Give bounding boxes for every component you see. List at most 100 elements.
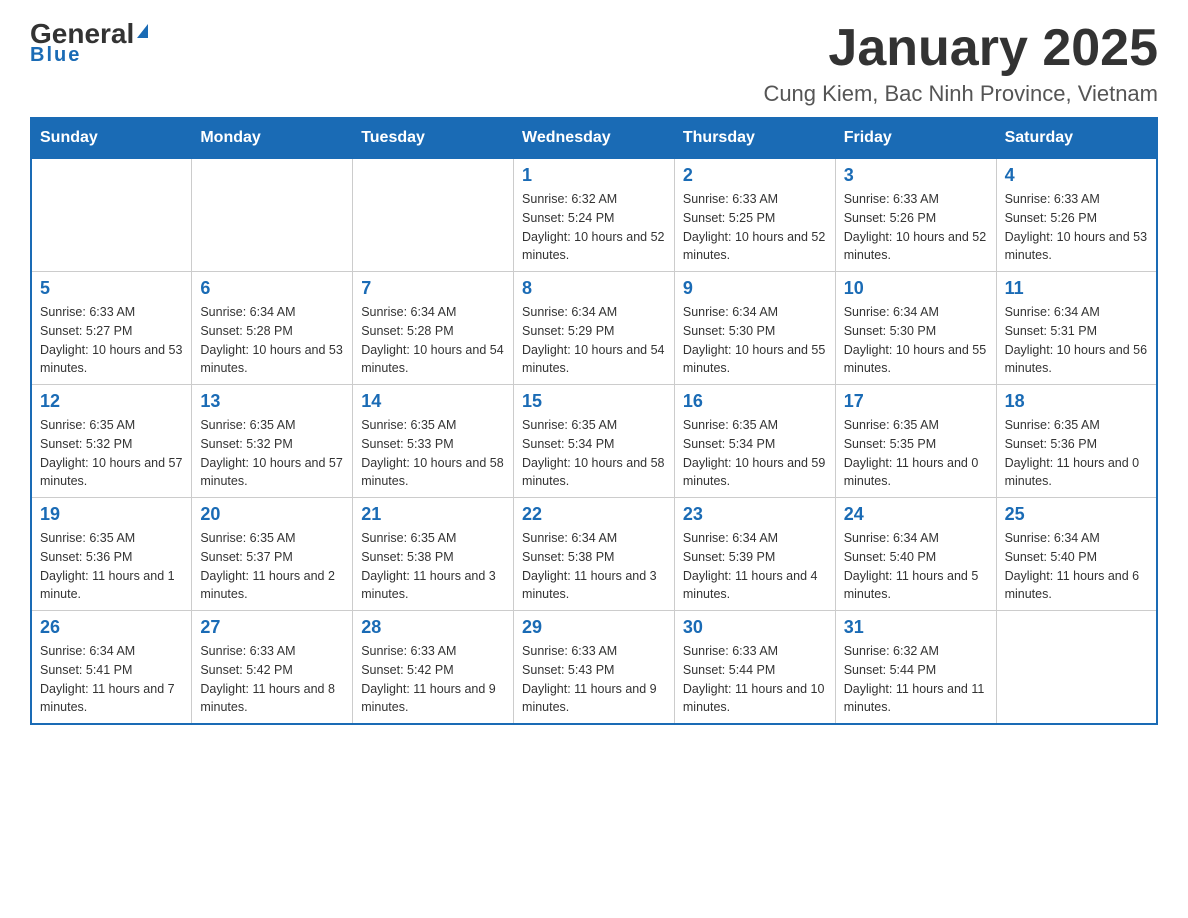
day-info: Sunrise: 6:34 AM Sunset: 5:28 PM Dayligh…: [200, 303, 344, 378]
logo: General Blue: [30, 20, 148, 67]
calendar-day-header: Sunday: [31, 118, 192, 158]
day-info: Sunrise: 6:34 AM Sunset: 5:39 PM Dayligh…: [683, 529, 827, 604]
day-number: 27: [200, 617, 344, 638]
calendar-day-cell: 16Sunrise: 6:35 AM Sunset: 5:34 PM Dayli…: [674, 385, 835, 498]
calendar-day-header: Saturday: [996, 118, 1157, 158]
calendar-day-cell: 21 Sunrise: 6:35 AM Sunset: 5:38 PM Dayli…: [353, 498, 514, 611]
day-number: 10: [844, 278, 988, 299]
day-info: Sunrise: 6:35 AM Sunset: 5:32 PM Dayligh…: [40, 416, 183, 491]
day-number: 9: [683, 278, 827, 299]
main-title: January 2025: [763, 20, 1158, 77]
calendar-day-cell: 13Sunrise: 6:35 AM Sunset: 5:32 PM Dayli…: [192, 385, 353, 498]
subtitle: Cung Kiem, Bac Ninh Province, Vietnam: [763, 81, 1158, 107]
day-info: Sunrise: 6:33 AM Sunset: 5:26 PM Dayligh…: [1005, 190, 1148, 265]
day-info: Sunrise: 6:34 AM Sunset: 5:30 PM Dayligh…: [683, 303, 827, 378]
calendar-day-cell: 17 Sunrise: 6:35 AM Sunset: 5:35 PM Dayli…: [835, 385, 996, 498]
calendar-day-cell: 7 Sunrise: 6:34 AM Sunset: 5:28 PM Daylig…: [353, 272, 514, 385]
day-number: 14: [361, 391, 505, 412]
calendar-header-row: SundayMondayTuesdayWednesdayThursdayFrid…: [31, 118, 1157, 158]
calendar-day-cell: 15 Sunrise: 6:35 AM Sunset: 5:34 PM Dayli…: [514, 385, 675, 498]
day-number: 18: [1005, 391, 1148, 412]
calendar-day-cell: 22 Sunrise: 6:34 AM Sunset: 5:38 PM Dayli…: [514, 498, 675, 611]
calendar-day-cell: 31Sunrise: 6:32 AM Sunset: 5:44 PM Dayli…: [835, 611, 996, 725]
day-number: 21: [361, 504, 505, 525]
day-number: 15: [522, 391, 666, 412]
calendar-day-cell: 11 Sunrise: 6:34 AM Sunset: 5:31 PM Dayli…: [996, 272, 1157, 385]
day-info: Sunrise: 6:34 AM Sunset: 5:28 PM Dayligh…: [361, 303, 505, 378]
day-number: 20: [200, 504, 344, 525]
day-info: Sunrise: 6:35 AM Sunset: 5:34 PM Dayligh…: [683, 416, 827, 491]
day-number: 17: [844, 391, 988, 412]
calendar-day-header: Wednesday: [514, 118, 675, 158]
day-info: Sunrise: 6:35 AM Sunset: 5:36 PM Dayligh…: [1005, 416, 1148, 491]
day-info: Sunrise: 6:33 AM Sunset: 5:27 PM Dayligh…: [40, 303, 183, 378]
calendar-day-cell: 8Sunrise: 6:34 AM Sunset: 5:29 PM Daylig…: [514, 272, 675, 385]
day-info: Sunrise: 6:35 AM Sunset: 5:36 PM Dayligh…: [40, 529, 183, 604]
day-info: Sunrise: 6:33 AM Sunset: 5:26 PM Dayligh…: [844, 190, 988, 265]
day-number: 19: [40, 504, 183, 525]
calendar-day-cell: 4 Sunrise: 6:33 AM Sunset: 5:26 PM Daylig…: [996, 158, 1157, 272]
day-info: Sunrise: 6:34 AM Sunset: 5:40 PM Dayligh…: [1005, 529, 1148, 604]
day-number: 24: [844, 504, 988, 525]
day-info: Sunrise: 6:34 AM Sunset: 5:40 PM Dayligh…: [844, 529, 988, 604]
calendar-day-cell: [31, 158, 192, 272]
calendar-day-cell: 1 Sunrise: 6:32 AM Sunset: 5:24 PM Daylig…: [514, 158, 675, 272]
day-info: Sunrise: 6:35 AM Sunset: 5:33 PM Dayligh…: [361, 416, 505, 491]
day-info: Sunrise: 6:34 AM Sunset: 5:38 PM Dayligh…: [522, 529, 666, 604]
day-number: 29: [522, 617, 666, 638]
logo-triangle-icon: [137, 24, 148, 38]
calendar-day-cell: 26 Sunrise: 6:34 AM Sunset: 5:41 PM Dayli…: [31, 611, 192, 725]
logo-blue-text: Blue: [30, 44, 81, 67]
calendar-week-row: 1 Sunrise: 6:32 AM Sunset: 5:24 PM Daylig…: [31, 158, 1157, 272]
day-number: 4: [1005, 165, 1148, 186]
calendar-day-cell: 28 Sunrise: 6:33 AM Sunset: 5:42 PM Dayli…: [353, 611, 514, 725]
day-info: Sunrise: 6:33 AM Sunset: 5:42 PM Dayligh…: [200, 642, 344, 717]
day-info: Sunrise: 6:34 AM Sunset: 5:41 PM Dayligh…: [40, 642, 183, 717]
day-number: 11: [1005, 278, 1148, 299]
day-number: 5: [40, 278, 183, 299]
day-info: Sunrise: 6:33 AM Sunset: 5:44 PM Dayligh…: [683, 642, 827, 717]
calendar-day-header: Tuesday: [353, 118, 514, 158]
day-info: Sunrise: 6:34 AM Sunset: 5:30 PM Dayligh…: [844, 303, 988, 378]
day-number: 7: [361, 278, 505, 299]
day-number: 23: [683, 504, 827, 525]
day-info: Sunrise: 6:35 AM Sunset: 5:35 PM Dayligh…: [844, 416, 988, 491]
day-number: 1: [522, 165, 666, 186]
day-number: 22: [522, 504, 666, 525]
day-info: Sunrise: 6:33 AM Sunset: 5:43 PM Dayligh…: [522, 642, 666, 717]
day-number: 12: [40, 391, 183, 412]
calendar-day-cell: 10 Sunrise: 6:34 AM Sunset: 5:30 PM Dayli…: [835, 272, 996, 385]
day-number: 26: [40, 617, 183, 638]
day-number: 2: [683, 165, 827, 186]
calendar-day-header: Friday: [835, 118, 996, 158]
calendar-week-row: 5 Sunrise: 6:33 AM Sunset: 5:27 PM Daylig…: [31, 272, 1157, 385]
title-section: January 2025 Cung Kiem, Bac Ninh Provinc…: [763, 20, 1158, 107]
calendar-week-row: 19 Sunrise: 6:35 AM Sunset: 5:36 PM Dayli…: [31, 498, 1157, 611]
calendar-day-cell: [353, 158, 514, 272]
calendar-day-cell: 27 Sunrise: 6:33 AM Sunset: 5:42 PM Dayli…: [192, 611, 353, 725]
day-info: Sunrise: 6:35 AM Sunset: 5:34 PM Dayligh…: [522, 416, 666, 491]
calendar-day-cell: 9 Sunrise: 6:34 AM Sunset: 5:30 PM Daylig…: [674, 272, 835, 385]
day-number: 6: [200, 278, 344, 299]
calendar-day-cell: 12 Sunrise: 6:35 AM Sunset: 5:32 PM Dayli…: [31, 385, 192, 498]
day-info: Sunrise: 6:33 AM Sunset: 5:25 PM Dayligh…: [683, 190, 827, 265]
calendar-day-cell: 24 Sunrise: 6:34 AM Sunset: 5:40 PM Dayli…: [835, 498, 996, 611]
calendar-day-cell: 2 Sunrise: 6:33 AM Sunset: 5:25 PM Daylig…: [674, 158, 835, 272]
day-info: Sunrise: 6:35 AM Sunset: 5:37 PM Dayligh…: [200, 529, 344, 604]
day-info: Sunrise: 6:32 AM Sunset: 5:24 PM Dayligh…: [522, 190, 666, 265]
day-number: 28: [361, 617, 505, 638]
day-info: Sunrise: 6:34 AM Sunset: 5:31 PM Dayligh…: [1005, 303, 1148, 378]
calendar-day-cell: 19 Sunrise: 6:35 AM Sunset: 5:36 PM Dayli…: [31, 498, 192, 611]
calendar-day-cell: 18 Sunrise: 6:35 AM Sunset: 5:36 PM Dayli…: [996, 385, 1157, 498]
calendar-day-header: Monday: [192, 118, 353, 158]
calendar-day-cell: 3 Sunrise: 6:33 AM Sunset: 5:26 PM Daylig…: [835, 158, 996, 272]
calendar-day-cell: 23 Sunrise: 6:34 AM Sunset: 5:39 PM Dayli…: [674, 498, 835, 611]
day-info: Sunrise: 6:35 AM Sunset: 5:38 PM Dayligh…: [361, 529, 505, 604]
calendar-day-cell: 20 Sunrise: 6:35 AM Sunset: 5:37 PM Dayli…: [192, 498, 353, 611]
page-header: General Blue January 2025 Cung Kiem, Bac…: [30, 20, 1158, 107]
day-number: 3: [844, 165, 988, 186]
calendar-day-cell: 25Sunrise: 6:34 AM Sunset: 5:40 PM Dayli…: [996, 498, 1157, 611]
day-info: Sunrise: 6:33 AM Sunset: 5:42 PM Dayligh…: [361, 642, 505, 717]
calendar-table: SundayMondayTuesdayWednesdayThursdayFrid…: [30, 117, 1158, 725]
day-info: Sunrise: 6:35 AM Sunset: 5:32 PM Dayligh…: [200, 416, 344, 491]
